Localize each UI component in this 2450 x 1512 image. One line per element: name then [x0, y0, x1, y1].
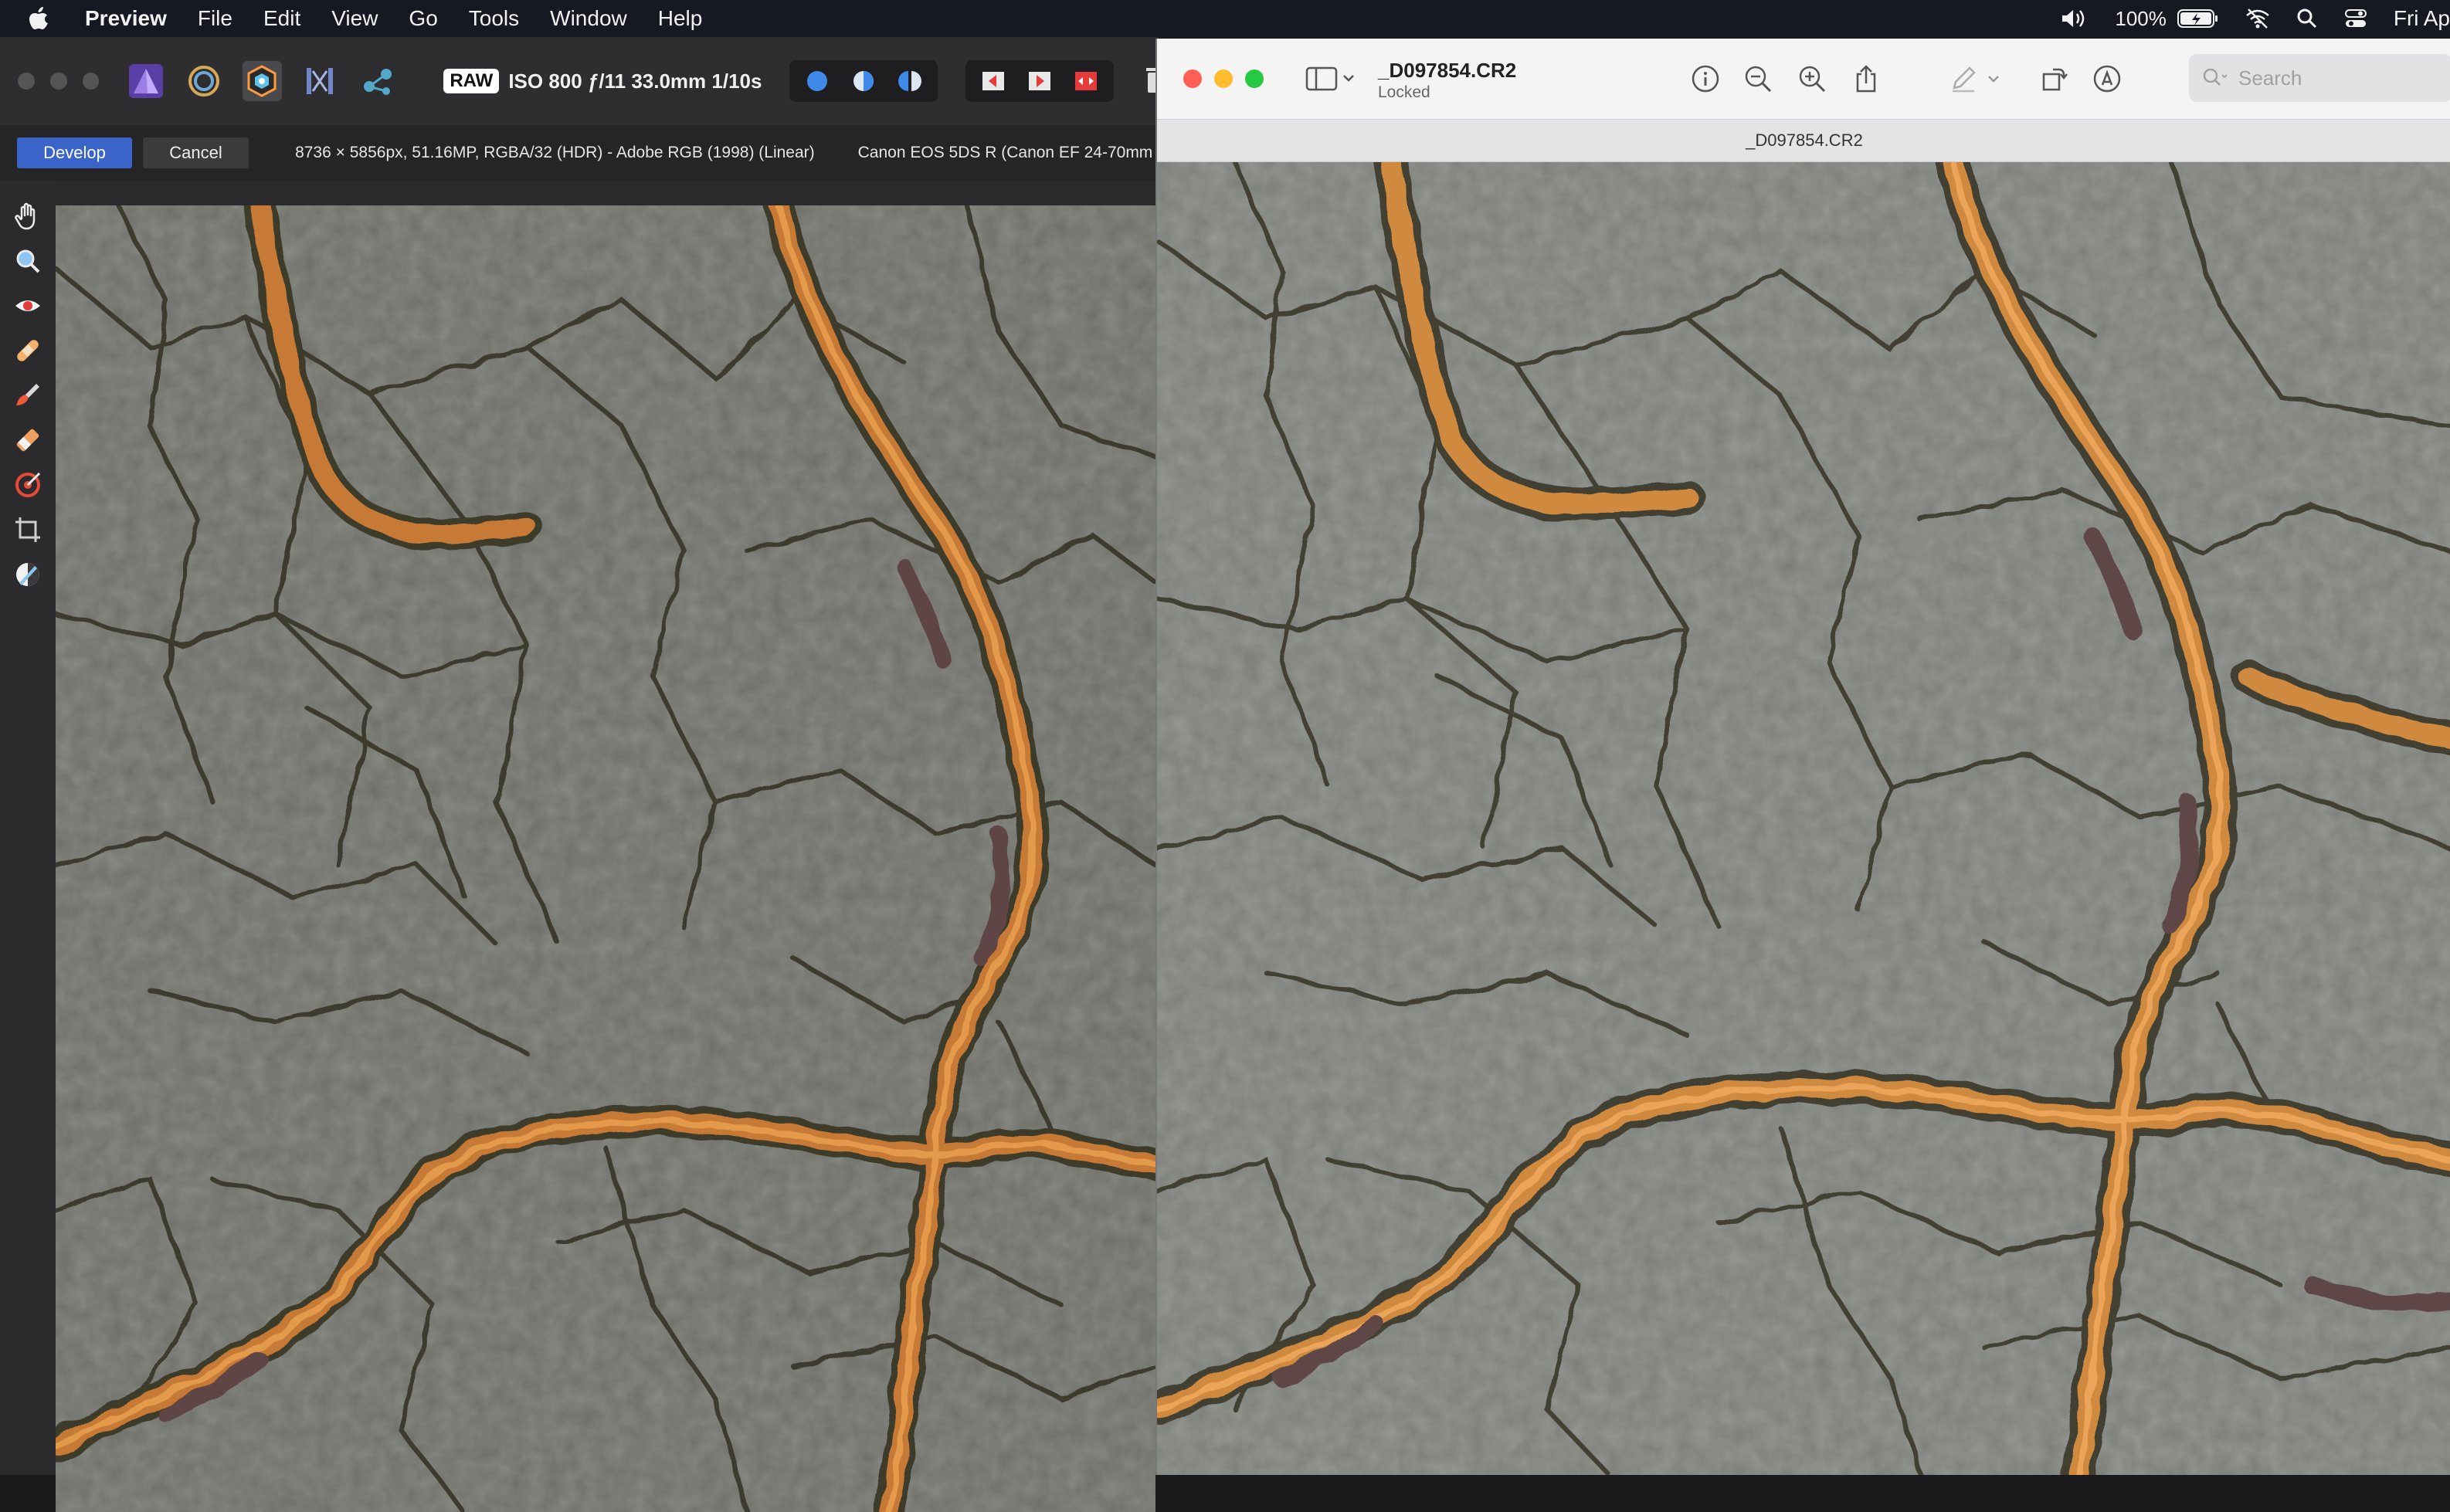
highlight-chevron-down-icon[interactable]	[1982, 62, 2005, 96]
clip-tones-icon[interactable]	[1063, 65, 1109, 97]
menu-help[interactable]: Help	[658, 6, 703, 31]
document-tab[interactable]: _D097854.CR2	[1746, 131, 1863, 151]
battery-percentage: 100%	[2115, 6, 2167, 30]
menu-go[interactable]: Go	[409, 6, 437, 31]
split-view-icon[interactable]	[840, 65, 887, 97]
rotate-icon[interactable]	[2036, 62, 2070, 96]
markup-icon[interactable]	[2090, 62, 2124, 96]
menu-app-name[interactable]: Preview	[85, 6, 167, 31]
exif-info: ISO 800 ƒ/11 33.0mm 1/10s	[508, 69, 762, 93]
minimize-button-inactive[interactable]	[49, 73, 67, 90]
document-lock-status: Locked	[1378, 83, 1430, 101]
photo-toolbar: RAW ISO 800 ƒ/11 33.0mm 1/10s	[0, 37, 1159, 125]
develop-button[interactable]: Develop	[17, 137, 132, 168]
liquify-persona-icon[interactable]	[185, 61, 224, 101]
clipping-group	[965, 60, 1115, 102]
minimize-button[interactable]	[1214, 69, 1233, 88]
rock-texture-image-preview	[1157, 162, 2450, 1475]
rock-texture-image	[56, 205, 1155, 1512]
left-image-canvas[interactable]	[56, 205, 1155, 1512]
volume-icon[interactable]	[2061, 8, 2089, 29]
mirror-view-icon[interactable]	[887, 65, 933, 97]
menu-view[interactable]: View	[331, 6, 378, 31]
search-field[interactable]: Search	[2189, 54, 2450, 102]
white-balance-tool-icon[interactable]	[11, 558, 45, 592]
wifi-off-icon[interactable]	[2245, 8, 2270, 29]
info-icon[interactable]	[1688, 62, 1722, 96]
photo-app-window: RAW ISO 800 ƒ/11 33.0mm 1/10s Develop Ca…	[0, 37, 1159, 1512]
zoom-button[interactable]	[1245, 69, 1264, 88]
single-view-icon[interactable]	[794, 65, 840, 97]
clip-highlights-icon[interactable]	[970, 65, 1016, 97]
clock[interactable]: Fri Ap	[2394, 6, 2450, 31]
image-info: 8736 × 5856px, 51.16MP, RGBA/32 (HDR) - …	[295, 144, 815, 161]
control-center-icon[interactable]	[2344, 8, 2367, 29]
menu-bar: Preview File Edit View Go Tools Window H…	[0, 0, 2450, 37]
export-persona-icon[interactable]	[358, 61, 397, 101]
raw-badge: RAW	[443, 69, 500, 93]
cancel-button[interactable]: Cancel	[143, 137, 249, 168]
tone-mapping-persona-icon[interactable]	[300, 61, 340, 101]
close-button[interactable]	[1183, 69, 1202, 88]
menu-tools[interactable]: Tools	[469, 6, 519, 31]
menu-window[interactable]: Window	[550, 6, 627, 31]
blemish-tool-icon[interactable]	[11, 334, 45, 368]
right-image-canvas[interactable]	[1157, 162, 2450, 1475]
preview-window: _D097854.CR2 Locked Search _D097854.CR2	[1155, 39, 2450, 1475]
develop-persona-icon[interactable]	[242, 61, 282, 101]
battery-charging-icon[interactable]	[2177, 8, 2219, 29]
document-title[interactable]: _D097854.CR2	[1378, 59, 1516, 83]
tools-panel	[0, 181, 56, 1475]
camera-info: Canon EOS 5DS R (Canon EF 24-70mm f/	[857, 144, 1159, 161]
spotlight-search-icon[interactable]	[2296, 8, 2318, 29]
overlay-gradient-tool-icon[interactable]	[11, 468, 45, 502]
document-tab-bar: _D097854.CR2	[1157, 119, 2450, 162]
crop-tool-icon[interactable]	[11, 513, 45, 547]
sidebar-toggle-icon[interactable]	[1304, 62, 1359, 96]
search-placeholder: Search	[2238, 66, 2302, 90]
zoom-button-inactive[interactable]	[82, 73, 100, 90]
share-icon[interactable]	[1849, 62, 1883, 96]
clip-shadows-icon[interactable]	[1016, 65, 1063, 97]
zoom-in-icon[interactable]	[1795, 62, 1829, 96]
search-icon	[2201, 66, 2229, 90]
menu-edit[interactable]: Edit	[263, 6, 300, 31]
red-eye-tool-icon[interactable]	[11, 289, 45, 323]
preview-toolbar: _D097854.CR2 Locked Search	[1157, 39, 2450, 119]
close-button-inactive[interactable]	[18, 73, 35, 90]
zoom-tool-icon[interactable]	[11, 244, 45, 278]
hand-tool-icon[interactable]	[11, 199, 45, 233]
menu-file[interactable]: File	[198, 6, 232, 31]
overlay-paint-tool-icon[interactable]	[11, 378, 45, 412]
zoom-out-icon[interactable]	[1741, 62, 1775, 96]
photo-persona-icon[interactable]	[127, 61, 166, 101]
highlight-pen-icon[interactable]	[1946, 62, 1980, 96]
overlay-erase-tool-icon[interactable]	[11, 423, 45, 457]
context-toolbar: Develop Cancel 8736 × 5856px, 51.16MP, R…	[0, 125, 1159, 181]
view-mode-group	[789, 60, 938, 102]
apple-menu-icon[interactable]	[23, 3, 54, 34]
